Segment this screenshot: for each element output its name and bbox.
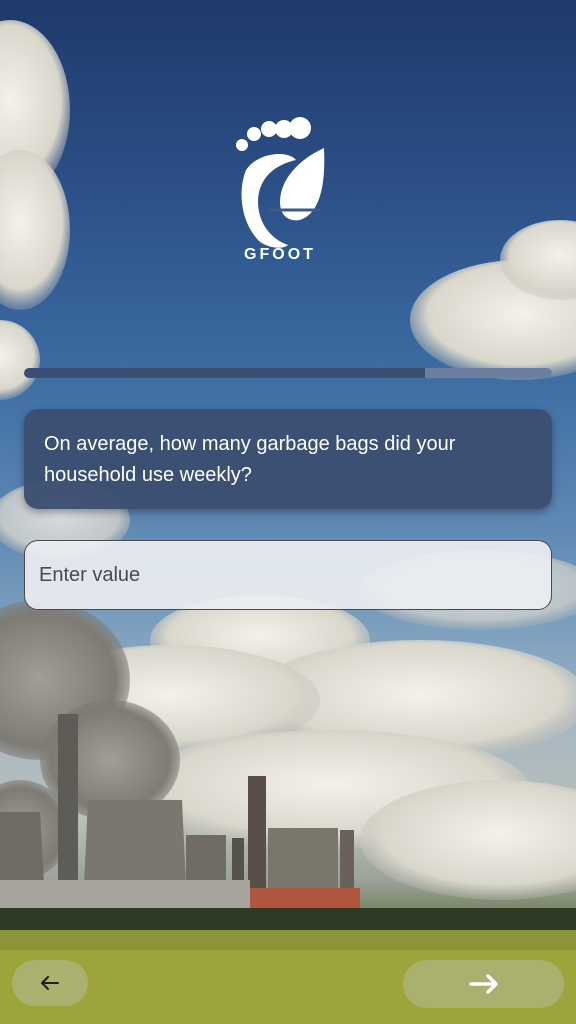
next-button[interactable] — [403, 960, 564, 1008]
survey-screen: GFOOT On average, how many garbage bags … — [0, 0, 576, 1024]
arrow-right-icon — [468, 974, 498, 994]
progress-bar — [24, 368, 552, 378]
progress-fill — [24, 368, 426, 378]
back-button[interactable] — [12, 960, 88, 1006]
value-input[interactable] — [24, 540, 552, 610]
arrow-left-icon — [41, 976, 59, 990]
brand-name: GFOOT — [244, 246, 316, 263]
question-text: On average, how many garbage bags did yo… — [44, 433, 456, 486]
question-card: On average, how many garbage bags did yo… — [24, 409, 552, 509]
